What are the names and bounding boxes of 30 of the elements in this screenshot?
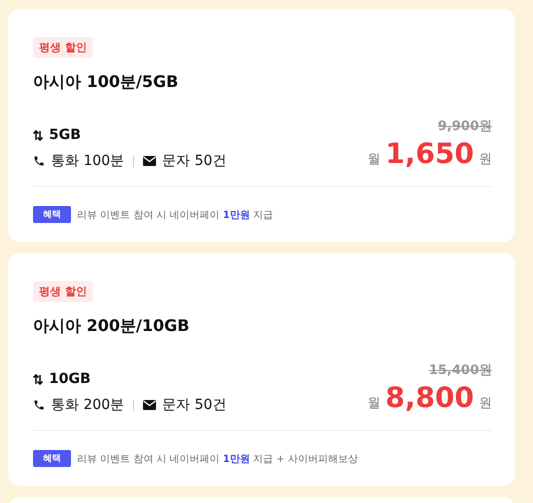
discount-badge: 평생 할인 [33, 281, 93, 302]
call-minutes: 통화 100분 [51, 152, 124, 170]
price-prefix: 월 [367, 151, 380, 168]
mail-icon [143, 156, 156, 166]
original-price: 15,400원 [428, 362, 492, 379]
benefit-tag: 혜택 [33, 450, 71, 467]
phone-icon [33, 155, 45, 167]
mail-icon [143, 400, 156, 410]
benefit-text: 리뷰 이벤트 참여 시 네이버페이 1만원 지급 [77, 208, 274, 222]
sale-price: 8,800 [385, 381, 474, 414]
sms-count: 문자 50건 [162, 152, 226, 170]
call-minutes: 통화 200분 [51, 396, 124, 414]
benefit-text: 리뷰 이벤트 참여 시 네이버페이 1만원 지급 + 사이버피해보상 [77, 452, 358, 466]
transfer-icon [33, 374, 43, 384]
price-unit: 원 [479, 395, 492, 412]
data-amount: 5GB [49, 127, 81, 143]
plan-title: 아시아 200분/10GB [33, 316, 190, 337]
original-price: 9,900원 [438, 118, 492, 135]
plan-title: 아시아 100분/5GB [33, 72, 180, 93]
plan-card[interactable]: 평생 할인 아시아 100분/5GB 5GB 통화 100분 문자 50건 9,900원 월 1,650 원 혜택 리뷰 이벤트 참여 시 네이버페이 1만원 지급 [8, 9, 515, 242]
price-prefix: 월 [367, 395, 380, 412]
sms-count: 문자 50건 [162, 396, 226, 414]
benefit-tag: 혜택 [33, 206, 71, 223]
price-unit: 원 [479, 151, 492, 168]
discount-badge: 평생 할인 [33, 37, 93, 58]
transfer-icon [33, 130, 43, 140]
data-amount: 10GB [49, 371, 91, 387]
plan-card[interactable]: 평생 할인 아시아 200분/10GB 10GB 통화 200분 문자 50건 15,400원 월 8,800 원 혜택 리뷰 이벤트 참여 시 네이버페이 1만원 지급 + 사이버피해보상 [8, 253, 515, 486]
phone-icon [33, 399, 45, 411]
sale-price: 1,650 [385, 137, 474, 170]
